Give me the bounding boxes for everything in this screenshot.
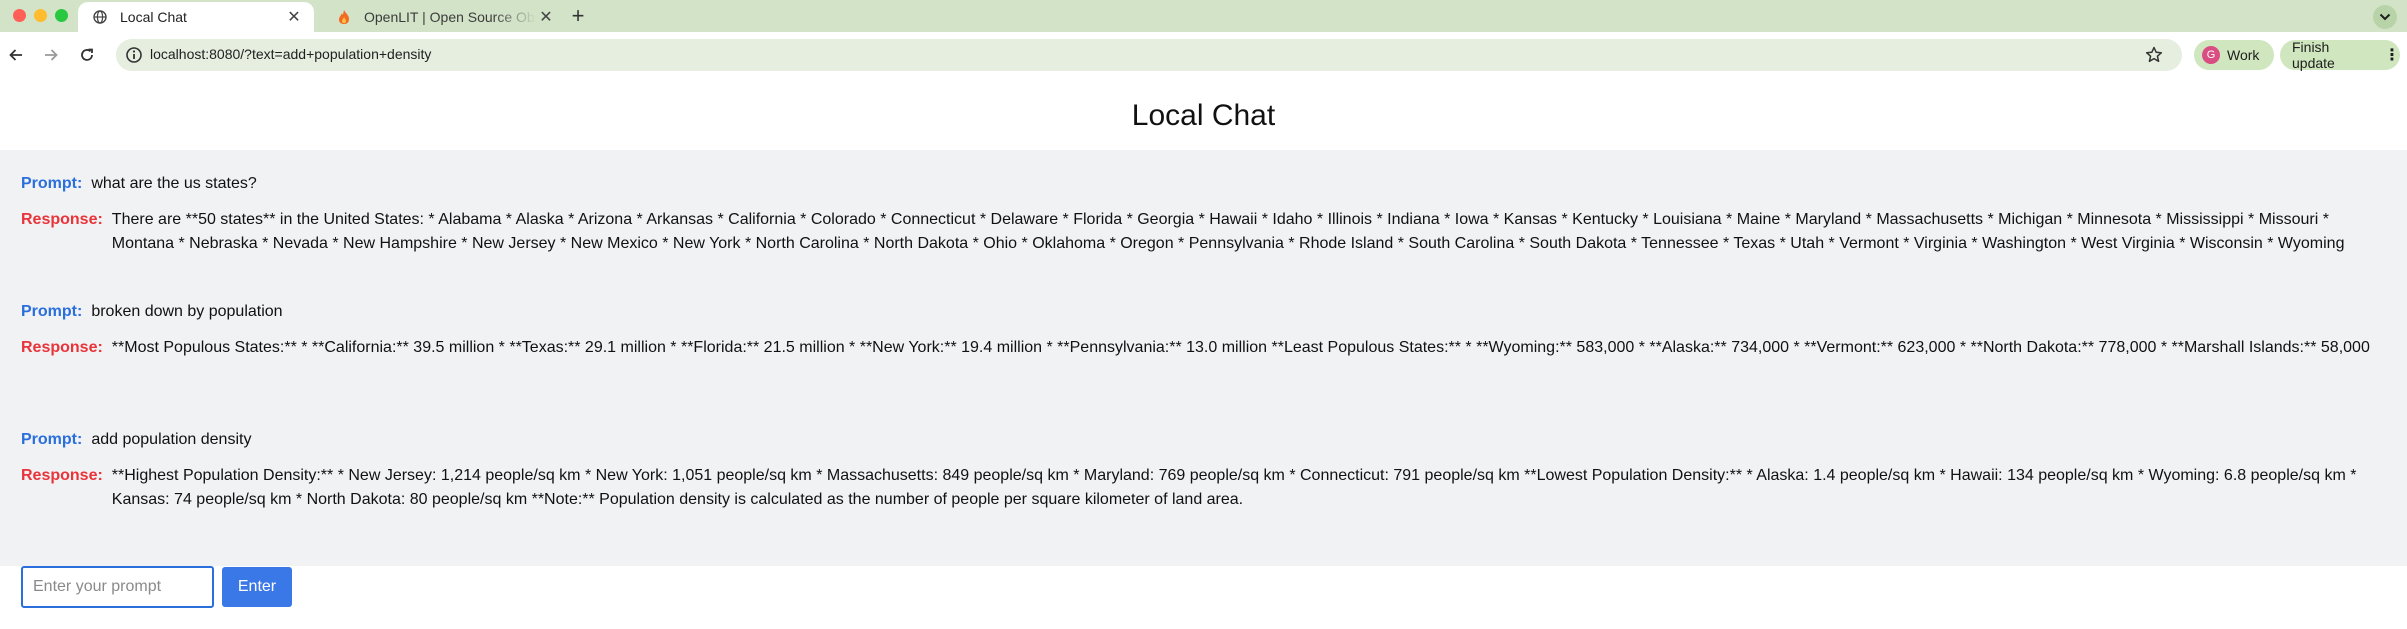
tab-openlit[interactable]: OpenLIT | Open Source Observability ✕ xyxy=(322,2,566,32)
prompt-text: what are the us states? xyxy=(91,175,257,192)
response-text: There are **50 states** in the United St… xyxy=(111,211,2345,252)
page-header: Local Chat xyxy=(0,82,2407,150)
tab-local-chat[interactable]: Local Chat ✕ xyxy=(78,2,314,32)
back-button[interactable] xyxy=(4,45,28,69)
new-tab-button[interactable]: + xyxy=(566,4,590,28)
prompt-label: Prompt: xyxy=(21,431,83,448)
response-row: Response: There are **50 states** in the… xyxy=(21,208,2391,256)
prompt-form: Enter xyxy=(0,566,2407,629)
minimize-window-button[interactable] xyxy=(34,9,47,22)
enter-button[interactable]: Enter xyxy=(222,567,292,607)
prompt-label: Prompt: xyxy=(21,175,83,192)
globe-icon xyxy=(92,9,108,25)
finish-update-label: Finish update xyxy=(2292,39,2335,71)
more-vertical-icon: ⋮ xyxy=(2384,47,2400,64)
prompt-row: Prompt: add population density xyxy=(21,428,2391,452)
prompt-row: Prompt: broken down by population xyxy=(21,300,2391,324)
response-label: Response: xyxy=(21,211,103,228)
bookmark-star-icon[interactable] xyxy=(2144,45,2164,65)
close-window-button[interactable] xyxy=(13,9,26,22)
profile-button[interactable]: G Work xyxy=(2194,40,2274,70)
prompt-label: Prompt: xyxy=(21,303,83,320)
chat-exchange: Prompt: broken down by population Respon… xyxy=(21,300,2391,360)
close-tab-icon[interactable]: ✕ xyxy=(536,7,556,27)
profile-label: Work xyxy=(2227,47,2260,63)
site-info-icon[interactable] xyxy=(125,46,143,64)
response-row: Response: **Highest Population Density:*… xyxy=(21,464,2391,512)
address-bar[interactable]: localhost:8080/?text=add+population+dens… xyxy=(116,39,2182,71)
chat-exchange: Prompt: add population density Response:… xyxy=(21,428,2391,512)
tab-title: Local Chat xyxy=(120,9,187,25)
response-label: Response: xyxy=(21,467,103,484)
response-text: **Highest Population Density:** * New Je… xyxy=(111,467,2357,508)
tab-title: OpenLIT | Open Source Observability xyxy=(364,9,536,25)
finish-update-button[interactable]: Finish update ⋮ xyxy=(2280,39,2400,71)
reload-icon xyxy=(79,47,95,68)
close-tab-icon[interactable]: ✕ xyxy=(284,7,304,27)
prompt-row: Prompt: what are the us states? xyxy=(21,172,2391,196)
maximize-window-button[interactable] xyxy=(55,9,68,22)
forward-button[interactable] xyxy=(39,45,63,69)
reload-button[interactable] xyxy=(75,45,99,69)
response-label: Response: xyxy=(21,339,103,356)
browser-toolbar: localhost:8080/?text=add+population+dens… xyxy=(0,32,2407,82)
page-title: Local Chat xyxy=(1131,99,1276,132)
avatar: G xyxy=(2202,46,2220,64)
chat-exchange: Prompt: what are the us states? Response… xyxy=(21,172,2391,256)
flame-icon xyxy=(336,9,352,25)
prompt-text: add population density xyxy=(91,431,252,448)
chat-history: Prompt: what are the us states? Response… xyxy=(0,150,2407,566)
chevron-down-icon xyxy=(2379,8,2391,26)
response-text: **Most Populous States:** * **California… xyxy=(111,339,2370,356)
prompt-input[interactable] xyxy=(21,566,214,608)
tab-search-button[interactable] xyxy=(2373,5,2397,29)
response-row: Response: **Most Populous States:** * **… xyxy=(21,336,2391,360)
arrow-right-icon xyxy=(43,47,59,68)
tab-strip: Local Chat ✕ OpenLIT | Open Source Obser… xyxy=(0,0,2407,32)
arrow-left-icon xyxy=(8,47,24,68)
url-text: localhost:8080/?text=add+population+dens… xyxy=(150,46,432,62)
prompt-text: broken down by population xyxy=(91,303,283,320)
